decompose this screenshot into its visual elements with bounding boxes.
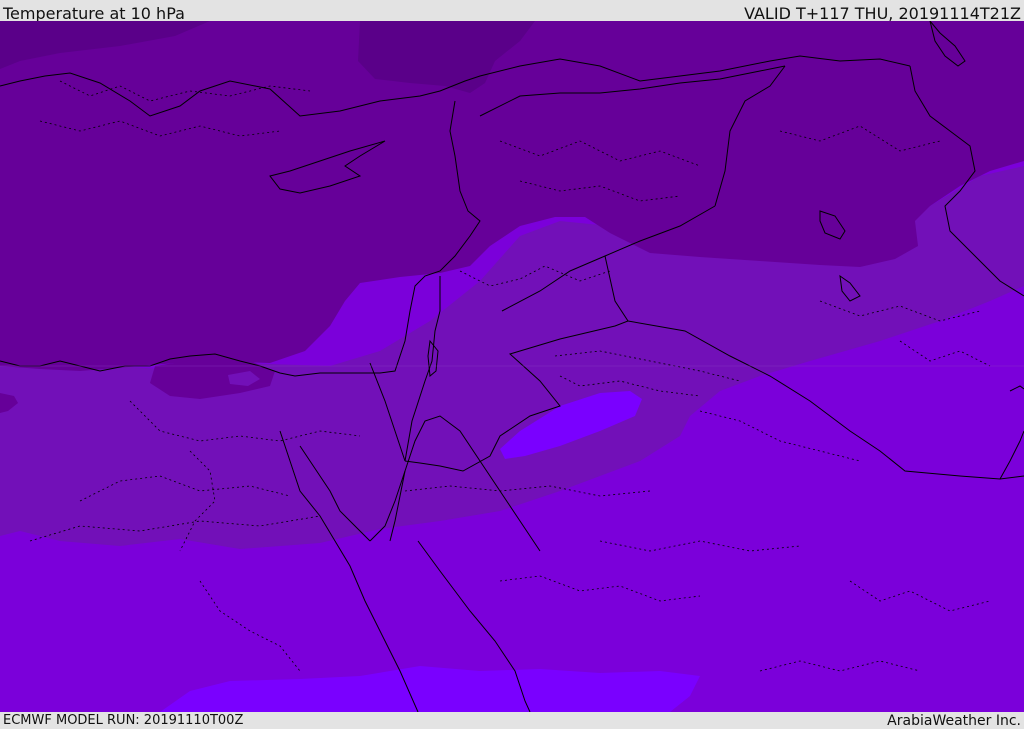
map-figure: Temperature at 10 hPa VALID T+117 THU, 2… <box>0 0 1024 729</box>
map-canvas[interactable] <box>0 21 1024 712</box>
credit-label: ArabiaWeather Inc. <box>887 713 1021 729</box>
header-bar: Temperature at 10 hPa VALID T+117 THU, 2… <box>0 0 1024 23</box>
temperature-map-svg <box>0 21 1024 712</box>
footer-bar: ECMWF MODEL RUN: 20191110T00Z ArabiaWeat… <box>0 712 1024 729</box>
model-run-label: ECMWF MODEL RUN: 20191110T00Z <box>3 713 244 728</box>
